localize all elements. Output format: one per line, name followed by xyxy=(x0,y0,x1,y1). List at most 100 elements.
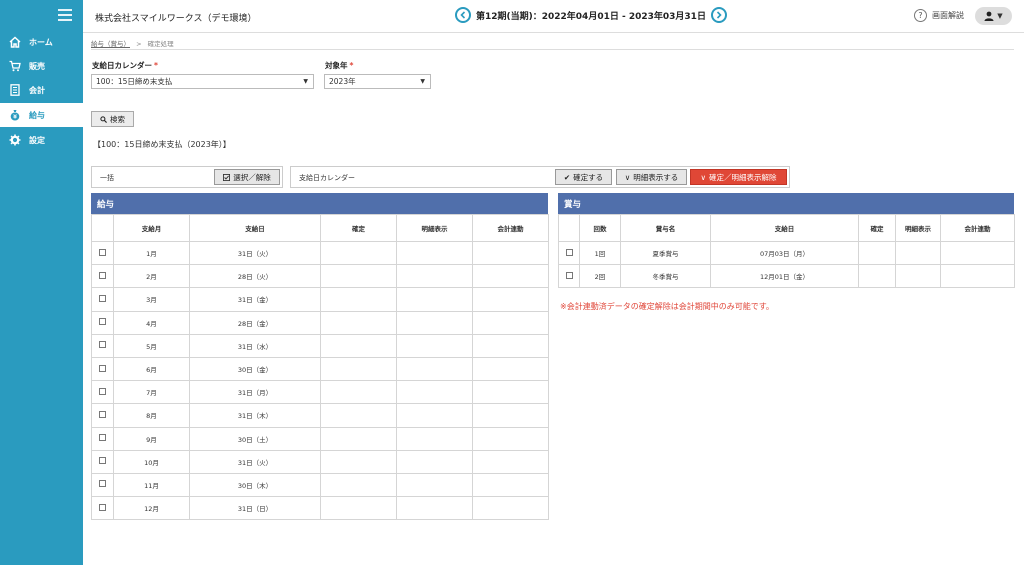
confirm-button[interactable]: ✔ 確定する xyxy=(555,169,612,185)
search-button-label: 検索 xyxy=(110,114,125,124)
detail-display-cell xyxy=(396,496,473,521)
detail-display-cell xyxy=(396,264,473,289)
table-header-row: 回数 賞与名 支給日 確定 明細表示 会計連動 xyxy=(558,214,1015,242)
year-field-label: 対象年 * xyxy=(325,60,353,71)
calendar-label-text: 支給日カレンダー xyxy=(92,61,152,70)
confirmed-cell xyxy=(320,403,397,428)
accounting-link-cell xyxy=(472,356,549,382)
company-name: 株式会社スマイルワークス（デモ環境） xyxy=(95,14,257,24)
row-checkbox[interactable] xyxy=(99,387,106,395)
checkbox-icon xyxy=(223,173,231,181)
row-checkbox[interactable] xyxy=(99,271,106,279)
table-row: 3月 31日（金） xyxy=(91,287,549,312)
pay-date-cell: 31日（火） xyxy=(189,449,321,474)
detail-display-cell xyxy=(396,380,473,405)
sidebar-item-accounting[interactable]: 会計 xyxy=(0,78,83,102)
confirmed-cell xyxy=(858,241,896,265)
chevron-right-icon xyxy=(716,11,722,19)
accounting-link-cell xyxy=(472,264,549,289)
month-cell: 11月 xyxy=(113,472,190,498)
column-header: 明細表示 xyxy=(396,214,473,242)
row-checkbox[interactable] xyxy=(99,434,106,442)
row-select-cell xyxy=(91,287,114,312)
detail-display-cell xyxy=(396,472,473,498)
year-label-text: 対象年 xyxy=(325,61,348,70)
row-checkbox[interactable] xyxy=(99,364,106,372)
month-cell: 10月 xyxy=(113,449,190,474)
month-cell: 3月 xyxy=(113,287,190,312)
hamburger-menu-icon[interactable] xyxy=(58,9,72,21)
row-checkbox[interactable] xyxy=(99,410,106,418)
question-icon: ? xyxy=(914,9,927,22)
chevron-left-icon xyxy=(460,11,466,19)
breadcrumb-link[interactable]: 給与（賞与） xyxy=(91,40,130,48)
column-header: 支給日 xyxy=(710,214,859,242)
row-select-cell xyxy=(91,449,114,474)
row-checkbox[interactable] xyxy=(99,480,106,488)
row-checkbox[interactable] xyxy=(99,248,106,256)
sidebar-item-label: 会計 xyxy=(29,85,45,95)
row-checkbox[interactable] xyxy=(565,271,573,279)
column-header xyxy=(91,214,114,242)
accounting-link-cell xyxy=(940,264,1015,288)
required-mark: * xyxy=(154,61,158,70)
detail-display-cell xyxy=(396,287,473,312)
pay-date-cell: 30日（土） xyxy=(189,426,321,451)
month-cell: 9月 xyxy=(113,426,190,451)
calendar-action-bar: 支給日カレンダー ✔ 確定する ∨ 明細表示する ∨ 確定／明細表示解除 xyxy=(290,166,790,188)
row-select-cell xyxy=(91,472,114,498)
confirmed-cell xyxy=(320,333,397,358)
help-link[interactable]: ? 画面解説 xyxy=(914,9,964,22)
accounting-link-cell xyxy=(472,496,549,521)
next-period-button[interactable] xyxy=(710,7,727,23)
prev-period-button[interactable] xyxy=(455,7,471,23)
sidebar-item-sales[interactable]: 販売 xyxy=(0,54,83,78)
row-checkbox[interactable] xyxy=(99,318,106,326)
top-header: 株式会社スマイルワークス（デモ環境） 第12期(当期)：2022年04月01日 … xyxy=(83,0,1024,33)
confirmed-cell xyxy=(320,496,397,521)
pay-date-cell: 28日（金） xyxy=(189,310,321,335)
sidebar-item-label: 給与 xyxy=(29,110,45,120)
search-button[interactable]: 検索 xyxy=(91,111,134,127)
gear-icon xyxy=(9,134,21,146)
accounting-link-cell xyxy=(472,240,549,266)
month-cell: 6月 xyxy=(113,356,190,382)
divider xyxy=(91,49,1014,50)
sidebar-item-settings[interactable]: 設定 xyxy=(0,128,83,152)
table-row: 2月 28日（火） xyxy=(91,264,549,289)
table-row: 9月 30日（土） xyxy=(91,426,549,451)
table-row: 10月 31日（火） xyxy=(91,449,549,474)
pay-date-cell: 31日（水） xyxy=(189,333,321,358)
table-row: 5月 31日（水） xyxy=(91,333,549,358)
sidebar: ホーム 販売 会計 ¥ 給与 設定 xyxy=(0,0,83,565)
user-menu-button[interactable]: ▼ xyxy=(975,7,1012,25)
row-checkbox[interactable] xyxy=(99,294,106,302)
row-checkbox[interactable] xyxy=(565,248,573,256)
svg-text:¥: ¥ xyxy=(13,115,17,121)
table-row: 7月 31日（月） xyxy=(91,380,549,405)
row-checkbox[interactable] xyxy=(99,341,106,349)
row-select-cell xyxy=(91,264,114,289)
sidebar-item-label: 販売 xyxy=(29,61,45,71)
sidebar-item-home[interactable]: ホーム xyxy=(0,30,83,54)
notice-text: ※会計連動済データの確定解除は会計期間中のみ可能です。 xyxy=(560,302,774,311)
accounting-link-cell xyxy=(472,310,549,335)
confirmed-cell xyxy=(320,472,397,498)
show-detail-button[interactable]: ∨ 明細表示する xyxy=(616,169,687,185)
row-checkbox[interactable] xyxy=(99,457,106,465)
release-button[interactable]: ∨ 確定／明細表示解除 xyxy=(690,169,787,185)
pay-date-cell: 31日（火） xyxy=(189,240,321,266)
detail-display-cell xyxy=(396,426,473,451)
row-checkbox[interactable] xyxy=(99,503,106,511)
year-select[interactable]: 2023年 ▼ xyxy=(324,74,431,89)
table-row: 6月 30日（金） xyxy=(91,356,549,382)
toggle-select-all-button[interactable]: 選択／解除 xyxy=(214,169,280,185)
breadcrumb-current: 確定処理 xyxy=(147,40,174,48)
month-cell: 2月 xyxy=(113,264,190,289)
chevron-down-icon: ∨ xyxy=(624,172,631,182)
fiscal-period: 第12期(当期)：2022年04月01日 - 2023年03月31日 xyxy=(476,11,706,22)
sidebar-item-payroll[interactable]: ¥ 給与 xyxy=(0,103,83,127)
round-cell: 2回 xyxy=(579,264,621,288)
bulk-label: 一括 xyxy=(100,174,114,182)
calendar-select[interactable]: 100：15日締め末支払 ▼ xyxy=(91,74,314,89)
